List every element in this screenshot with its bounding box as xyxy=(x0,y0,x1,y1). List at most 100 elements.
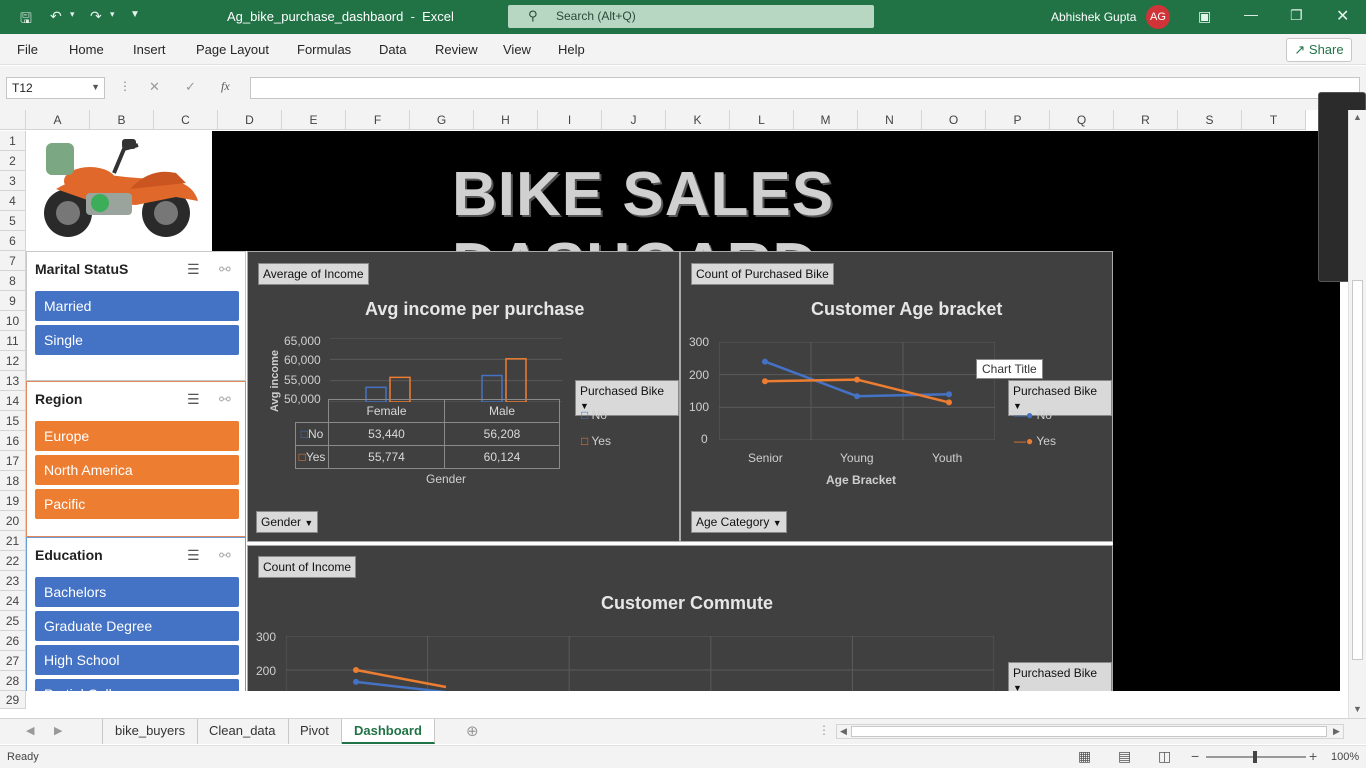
chart-commute[interactable]: Count of Income Customer Commute 300 200… xyxy=(247,545,1113,691)
column-header[interactable]: H xyxy=(474,110,538,130)
slicer-item-married[interactable]: Married xyxy=(35,291,239,321)
column-header[interactable]: N xyxy=(858,110,922,130)
row-header[interactable]: 18 xyxy=(0,471,26,491)
minimize-icon[interactable]: — xyxy=(1244,6,1258,22)
menu-formulas[interactable]: Formulas xyxy=(297,42,351,57)
tab-scroll-left-icon[interactable]: ◀ xyxy=(26,724,34,737)
scroll-down-icon[interactable]: ▼ xyxy=(1353,704,1362,714)
tab-pivot[interactable]: Pivot xyxy=(288,719,342,744)
row-header[interactable]: 16 xyxy=(0,431,26,451)
tab-bike-buyers[interactable]: bike_buyers xyxy=(102,719,199,744)
chart-title[interactable]: Avg income per purchase xyxy=(365,299,584,320)
slicer-item-partial-college[interactable]: Partial College xyxy=(35,679,239,691)
row-header[interactable]: 20 xyxy=(0,511,26,531)
value-field-button[interactable]: Count of Purchased Bike xyxy=(691,263,834,285)
clear-filter-icon[interactable]: ⚯ xyxy=(219,391,231,408)
row-header[interactable]: 24 xyxy=(0,591,26,611)
slicer-item-north-america[interactable]: North America xyxy=(35,455,239,485)
column-header[interactable]: C xyxy=(154,110,218,130)
chart-age-bracket[interactable]: Count of Purchased Bike Customer Age bra… xyxy=(680,251,1113,542)
row-header[interactable]: 26 xyxy=(0,631,26,651)
worksheet[interactable]: BIKE SALES DASHOARD Marital StatuS ☰ ⚯ M… xyxy=(26,131,1340,691)
chart-title[interactable]: Customer Commute xyxy=(601,593,773,614)
column-header[interactable]: K xyxy=(666,110,730,130)
multi-select-icon[interactable]: ☰ xyxy=(187,261,200,278)
column-header[interactable]: A xyxy=(26,110,90,130)
save-icon[interactable]: 🖫 xyxy=(20,8,32,32)
name-box[interactable]: T12 ▼ xyxy=(6,77,105,99)
menu-data[interactable]: Data xyxy=(379,42,406,57)
row-header[interactable]: 23 xyxy=(0,571,26,591)
search-box[interactable]: ⚲ Search (Alt+Q) xyxy=(508,5,874,28)
multi-select-icon[interactable]: ☰ xyxy=(187,391,200,408)
redo-dropdown-icon[interactable]: ▾ xyxy=(110,9,115,20)
add-sheet-icon[interactable]: ⊕ xyxy=(466,722,479,740)
zoom-slider-thumb[interactable] xyxy=(1253,751,1257,763)
column-header[interactable]: R xyxy=(1114,110,1178,130)
column-header[interactable]: L xyxy=(730,110,794,130)
column-header[interactable]: B xyxy=(90,110,154,130)
row-header[interactable]: 25 xyxy=(0,611,26,631)
tab-dashboard[interactable]: Dashboard xyxy=(342,719,435,744)
row-header[interactable]: 29 xyxy=(0,691,26,709)
customize-toolbar-icon[interactable]: ▼ xyxy=(130,9,140,20)
slicer-item-single[interactable]: Single xyxy=(35,325,239,355)
row-header[interactable]: 15 xyxy=(0,411,26,431)
row-header[interactable]: 5 xyxy=(0,211,26,231)
tab-clean-data[interactable]: Clean_data xyxy=(197,719,289,744)
avatar[interactable]: AG xyxy=(1146,5,1170,29)
axis-field-button[interactable]: Age Category ▼ xyxy=(691,511,787,533)
row-header[interactable]: 6 xyxy=(0,231,26,251)
row-header[interactable]: 22 xyxy=(0,551,26,571)
cancel-icon[interactable]: ✕ xyxy=(149,79,160,95)
share-button[interactable]: ↗ Share xyxy=(1286,38,1352,62)
redo-icon[interactable]: ↷ xyxy=(90,8,102,25)
multi-select-icon[interactable]: ☰ xyxy=(187,547,200,564)
row-header[interactable]: 14 xyxy=(0,391,26,411)
column-header[interactable]: T xyxy=(1242,110,1306,130)
slicer-education[interactable]: Education ☰ ⚯ Bachelors Graduate Degree … xyxy=(26,537,246,691)
menu-file[interactable]: File xyxy=(17,42,38,57)
axis-field-button[interactable]: Gender ▼ xyxy=(256,511,319,533)
page-break-view-icon[interactable]: ◫ xyxy=(1158,748,1171,765)
menu-review[interactable]: Review xyxy=(435,42,478,57)
slicer-item-bachelors[interactable]: Bachelors xyxy=(35,577,239,607)
row-header[interactable]: 21 xyxy=(0,531,26,551)
undo-icon[interactable]: ↶ xyxy=(50,8,62,25)
scroll-thumb[interactable] xyxy=(851,726,1327,737)
scroll-left-icon[interactable]: ◀ xyxy=(840,726,847,737)
value-field-button[interactable]: Average of Income xyxy=(258,263,369,285)
column-header[interactable]: G xyxy=(410,110,474,130)
slicer-item-pacific[interactable]: Pacific xyxy=(35,489,239,519)
clear-filter-icon[interactable]: ⚯ xyxy=(219,547,231,564)
column-header[interactable]: E xyxy=(282,110,346,130)
row-header[interactable]: 7 xyxy=(0,251,26,271)
slicer-item-graduate-degree[interactable]: Graduate Degree xyxy=(35,611,239,641)
column-header[interactable]: J xyxy=(602,110,666,130)
restore-icon[interactable]: ❐ xyxy=(1290,7,1303,24)
zoom-in-icon[interactable]: + xyxy=(1309,748,1317,764)
row-header[interactable]: 9 xyxy=(0,291,26,311)
legend-field-button[interactable]: Purchased Bike ▼ xyxy=(1008,662,1112,691)
ribbon-display-icon[interactable]: ▣ xyxy=(1198,8,1211,25)
row-header[interactable]: 1 xyxy=(0,131,26,151)
column-header[interactable]: O xyxy=(922,110,986,130)
chart-avg-income[interactable]: Average of Income Avg income per purchas… xyxy=(247,251,680,542)
page-layout-view-icon[interactable]: ▤ xyxy=(1118,748,1131,765)
menu-page-layout[interactable]: Page Layout xyxy=(196,42,269,57)
slicer-item-high-school[interactable]: High School xyxy=(35,645,239,675)
row-header[interactable]: 8 xyxy=(0,271,26,291)
chevron-down-icon[interactable]: ▼ xyxy=(91,82,100,92)
chart-title[interactable]: Customer Age bracket xyxy=(811,299,1002,320)
undo-dropdown-icon[interactable]: ▾ xyxy=(70,9,75,20)
column-header[interactable]: P xyxy=(986,110,1050,130)
menu-view[interactable]: View xyxy=(503,42,531,57)
close-icon[interactable]: ✕ xyxy=(1336,6,1349,26)
zoom-level[interactable]: 100% xyxy=(1331,751,1359,763)
column-header[interactable]: D xyxy=(218,110,282,130)
slicer-item-europe[interactable]: Europe xyxy=(35,421,239,451)
scroll-thumb[interactable] xyxy=(1352,280,1363,660)
menu-home[interactable]: Home xyxy=(69,42,104,57)
horizontal-scrollbar[interactable]: ◀ ▶ xyxy=(836,724,1344,739)
value-field-button[interactable]: Count of Income xyxy=(258,556,357,578)
